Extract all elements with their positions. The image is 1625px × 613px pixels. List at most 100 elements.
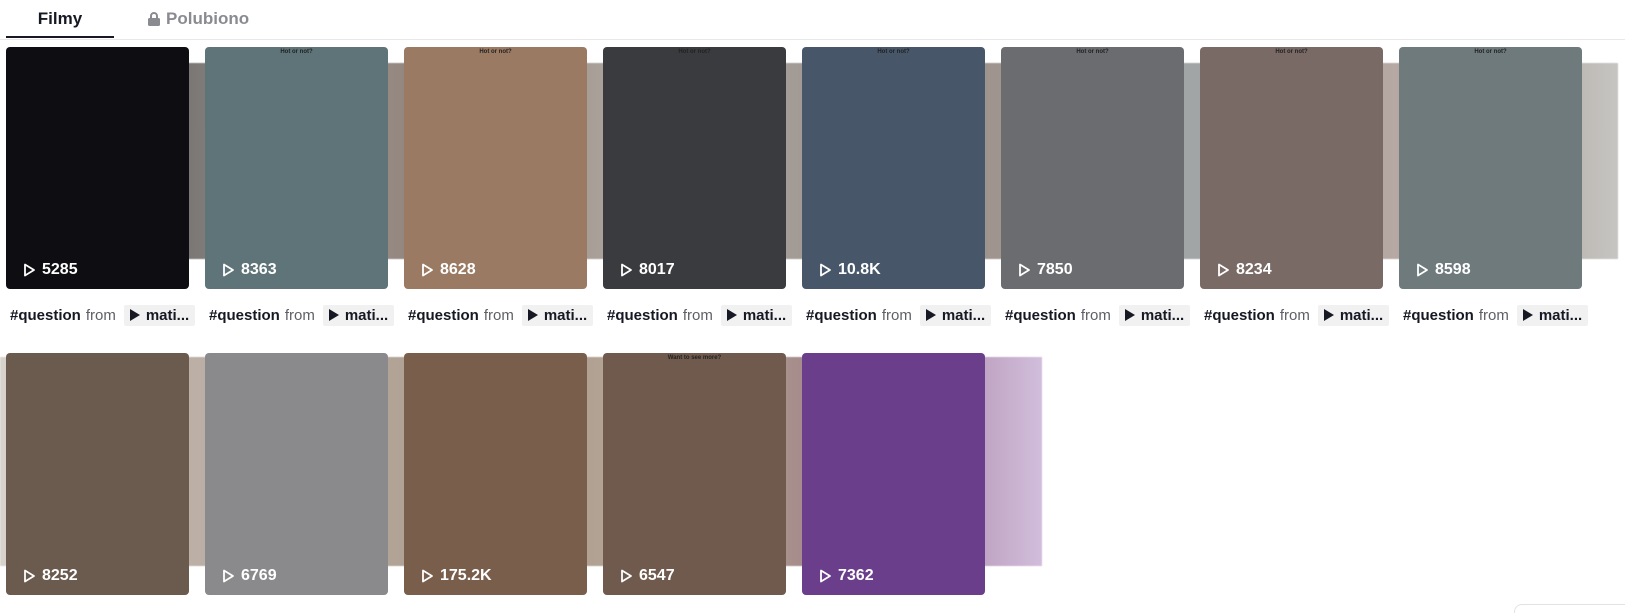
play-icon (925, 309, 936, 321)
sound-name: mati... (1339, 306, 1384, 324)
video-caption: #question from mati... (1204, 303, 1390, 327)
play-icon (619, 263, 633, 277)
video-card[interactable]: Hot or not? 10.8K (802, 47, 985, 289)
sound-name: mati... (742, 306, 787, 324)
caption-from-label: from (682, 306, 713, 324)
view-count-value: 8628 (440, 261, 476, 278)
video-card[interactable]: Hot or not? 8017 (603, 47, 786, 289)
play-icon (420, 569, 434, 583)
video-caption: #question from mati... (408, 303, 594, 327)
video-caption: #question from mati... (607, 303, 793, 327)
video-card[interactable]: 8252 (6, 353, 189, 595)
view-count: 8252 (22, 567, 78, 585)
video-caption: #question from mati... (1005, 303, 1191, 327)
play-icon (1415, 263, 1429, 277)
caption-from-label: from (1279, 306, 1310, 324)
video-overlay-text: Hot or not? (678, 49, 711, 55)
video-caption: #question from mati... (10, 303, 196, 327)
play-icon (420, 263, 434, 277)
sound-name: mati... (1538, 306, 1583, 324)
active-tab-indicator (6, 36, 114, 38)
view-count: 8234 (1216, 261, 1272, 279)
video-caption: #question from mati... (806, 303, 992, 327)
view-count: 8598 (1415, 261, 1471, 279)
view-count: 7362 (818, 567, 874, 585)
play-icon (1522, 309, 1533, 321)
play-icon (1216, 263, 1230, 277)
play-icon (221, 263, 235, 277)
view-count-value: 5285 (42, 261, 78, 278)
view-count-value: 8598 (1435, 261, 1471, 278)
hashtag-link[interactable]: #question (10, 307, 81, 324)
sound-name: mati... (941, 306, 986, 324)
video-card[interactable]: Want to see more? 6547 (603, 353, 786, 595)
hashtag-link[interactable]: #question (408, 307, 479, 324)
play-icon (328, 309, 339, 321)
play-icon (1124, 309, 1135, 321)
view-count: 10.8K (818, 261, 881, 279)
view-count: 8363 (221, 261, 277, 279)
view-count-value: 8234 (1236, 261, 1272, 278)
play-icon (1323, 309, 1334, 321)
view-count-value: 7850 (1037, 261, 1073, 278)
video-overlay-text: Hot or not? (280, 49, 313, 55)
sound-link[interactable]: mati... (322, 304, 395, 326)
play-icon (818, 569, 832, 583)
hashtag-link[interactable]: #question (1403, 307, 1474, 324)
lock-icon (148, 12, 160, 26)
video-card[interactable]: 5285 (6, 47, 189, 289)
play-icon (129, 309, 140, 321)
hashtag-link[interactable]: #question (806, 307, 877, 324)
view-count: 5285 (22, 261, 78, 279)
play-icon (619, 569, 633, 583)
video-card[interactable]: Hot or not? 8363 (205, 47, 388, 289)
sound-link[interactable]: mati... (521, 304, 594, 326)
play-icon (527, 309, 538, 321)
sound-link[interactable]: mati... (1317, 304, 1390, 326)
floating-panel-edge (1514, 604, 1625, 613)
view-count-value: 6547 (639, 567, 675, 584)
sound-name: mati... (1140, 306, 1185, 324)
caption-from-label: from (85, 306, 116, 324)
hashtag-link[interactable]: #question (209, 307, 280, 324)
play-icon (22, 263, 36, 277)
view-count-value: 10.8K (838, 261, 881, 278)
play-icon (221, 569, 235, 583)
video-caption: #question from mati... (209, 303, 395, 327)
view-count: 6547 (619, 567, 675, 585)
sound-link[interactable]: mati... (1118, 304, 1191, 326)
caption-from-label: from (1478, 306, 1509, 324)
video-card[interactable]: Hot or not? 8628 (404, 47, 587, 289)
video-card[interactable]: Hot or not? 8598 (1399, 47, 1582, 289)
hashtag-link[interactable]: #question (1204, 307, 1275, 324)
sound-link[interactable]: mati... (720, 304, 793, 326)
video-overlay-text: Hot or not? (479, 49, 512, 55)
view-count-value: 8252 (42, 567, 78, 584)
view-count: 7850 (1017, 261, 1073, 279)
caption-from-label: from (284, 306, 315, 324)
sound-link[interactable]: mati... (919, 304, 992, 326)
video-card[interactable]: Hot or not? 8234 (1200, 47, 1383, 289)
video-card[interactable]: Hot or not? 7850 (1001, 47, 1184, 289)
sound-name: mati... (344, 306, 389, 324)
tab-liked[interactable]: Polubiono (148, 0, 249, 38)
tab-videos[interactable]: Filmy (6, 0, 114, 38)
sound-link[interactable]: mati... (123, 304, 196, 326)
caption-from-label: from (483, 306, 514, 324)
video-card[interactable]: 175.2K (404, 353, 587, 595)
video-card[interactable]: 6769 (205, 353, 388, 595)
video-overlay-text: Hot or not? (1076, 49, 1109, 55)
sound-link[interactable]: mati... (1516, 304, 1589, 326)
video-card[interactable]: 7362 (802, 353, 985, 595)
video-overlay-text: Hot or not? (1275, 49, 1308, 55)
sound-name: mati... (145, 306, 190, 324)
hashtag-link[interactable]: #question (607, 307, 678, 324)
play-icon (22, 569, 36, 583)
profile-tabs: Filmy Polubiono (0, 0, 1625, 40)
hashtag-link[interactable]: #question (1005, 307, 1076, 324)
view-count: 8017 (619, 261, 675, 279)
view-count: 175.2K (420, 567, 492, 585)
caption-from-label: from (881, 306, 912, 324)
view-count-value: 175.2K (440, 567, 492, 584)
video-overlay-text: Want to see more? (667, 355, 722, 361)
